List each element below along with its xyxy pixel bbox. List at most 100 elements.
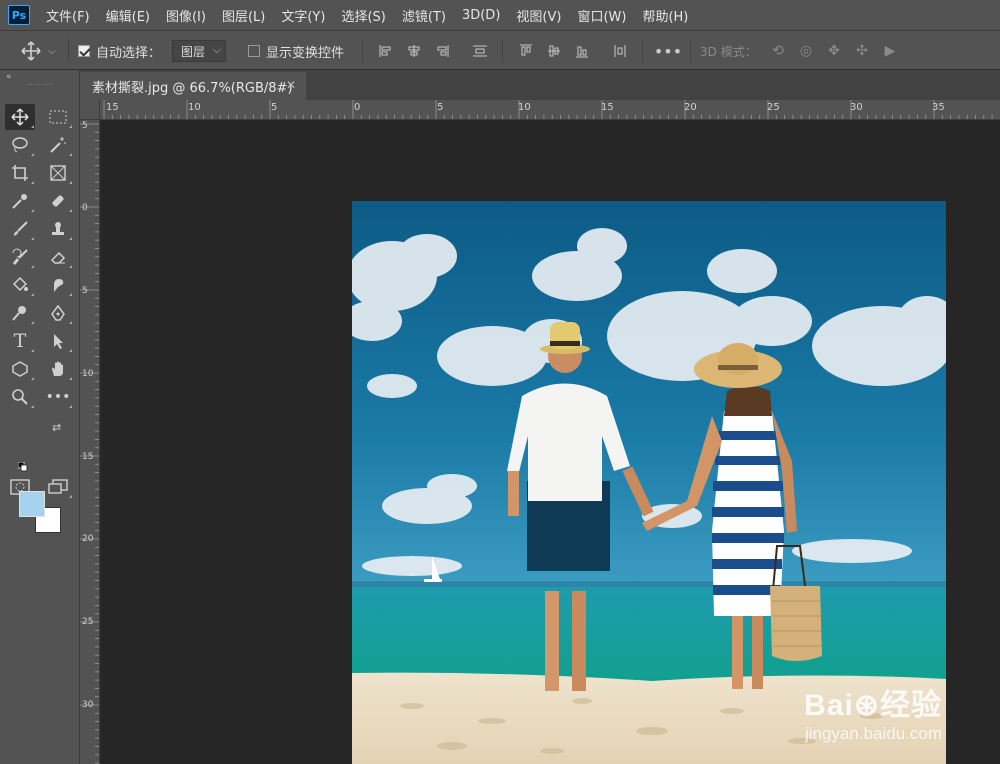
ruler-label: 0 — [354, 102, 361, 113]
options-bar: ⌵ 自动选择： 图层 显示变换控件 ••• 3D 模式： — [0, 30, 1000, 70]
menu-edit[interactable]: 编辑(E) — [106, 6, 150, 25]
zoom-tool[interactable] — [5, 384, 35, 410]
pen-tool[interactable] — [43, 300, 73, 326]
menu-window[interactable]: 窗口(W) — [577, 6, 626, 25]
menu-filter[interactable]: 滤镜(T) — [402, 6, 446, 25]
document-image[interactable]: Bai⊛经验 jingyan.baidu.com — [352, 201, 946, 764]
healing-tool[interactable] — [43, 188, 73, 214]
magic-wand-icon — [50, 137, 66, 153]
auto-select-checkbox[interactable] — [78, 45, 90, 57]
lasso-tool[interactable] — [5, 132, 35, 158]
ruler-label: 25 — [767, 102, 780, 113]
chevron-down-icon: ⌵ — [48, 45, 56, 57]
3d-slide-icon[interactable]: ✣ — [852, 41, 872, 61]
3d-pan-icon[interactable]: ✥ — [824, 41, 844, 61]
auto-select-option[interactable]: 自动选择： — [78, 31, 161, 71]
edit-toolbar-button[interactable]: ••• — [43, 384, 73, 410]
menu-bar: Ps 文件(F) 编辑(E) 图像(I) 图层(L) 文字(Y) 选择(S) 滤… — [0, 0, 1000, 30]
ruler-label: 35 — [932, 102, 945, 113]
eyedropper-tool[interactable] — [5, 188, 35, 214]
ruler-label: 5 — [82, 286, 88, 296]
divider — [690, 39, 691, 63]
brush-tool[interactable] — [5, 216, 35, 242]
menu-help[interactable]: 帮助(H) — [642, 6, 688, 25]
paint-bucket-tool[interactable] — [5, 272, 35, 298]
pen-icon — [51, 304, 65, 321]
menu-type[interactable]: 文字(Y) — [281, 6, 325, 25]
canvas-area[interactable]: Bai⊛经验 jingyan.baidu.com — [101, 121, 1000, 764]
menu-image[interactable]: 图像(I) — [166, 6, 206, 25]
smudge-tool[interactable] — [43, 272, 73, 298]
eraser-tool[interactable] — [43, 244, 73, 270]
close-icon[interactable]: ✕ — [286, 78, 296, 92]
document-tab-bar: 素材撕裂.jpg @ 66.7%(RGB/8#) ✕ — [80, 70, 1000, 100]
menu-layer[interactable]: 图层(L) — [222, 6, 265, 25]
paint-bucket-icon — [12, 276, 28, 292]
shape-tool[interactable] — [5, 356, 35, 382]
document-tab[interactable]: 素材撕裂.jpg @ 66.7%(RGB/8#) ✕ — [80, 72, 306, 100]
align-vcenter-icon[interactable] — [544, 41, 564, 61]
auto-select-dropdown[interactable]: 图层 — [172, 40, 226, 62]
align-top-icon[interactable] — [516, 41, 536, 61]
path-select-icon — [54, 334, 63, 349]
healing-icon — [52, 195, 64, 207]
swap-colors-icon[interactable]: ⇄ — [52, 421, 61, 434]
move-tool[interactable] — [5, 104, 35, 130]
distribute-vertical-icon[interactable] — [610, 41, 630, 61]
photoshop-window: Ps 文件(F) 编辑(E) 图像(I) 图层(L) 文字(Y) 选择(S) 滤… — [0, 0, 1000, 764]
shape-icon — [12, 361, 28, 377]
foreground-color-swatch[interactable] — [19, 491, 45, 517]
move-tool-preset[interactable]: ⌵ — [20, 31, 56, 71]
type-tool[interactable]: T — [5, 328, 35, 354]
screen-mode-button[interactable] — [43, 474, 73, 500]
ruler-label: 0 — [82, 203, 88, 213]
align-left-icon[interactable] — [376, 41, 396, 61]
brush-icon — [14, 221, 28, 236]
3d-camera-icon[interactable]: ▶ — [880, 41, 900, 61]
ruler-label: 20 — [82, 534, 94, 544]
show-transform-checkbox[interactable] — [248, 45, 260, 57]
hand-icon — [52, 361, 63, 376]
distribute-icon[interactable] — [470, 41, 490, 61]
divider — [68, 39, 69, 63]
align-right-icon[interactable] — [432, 41, 452, 61]
menu-file[interactable]: 文件(F) — [46, 6, 90, 25]
ruler-label: 30 — [850, 102, 863, 113]
3d-orbit-icon[interactable]: ⟲ — [768, 41, 788, 61]
crop-tool[interactable] — [5, 160, 35, 186]
eraser-icon — [50, 251, 66, 264]
divider — [362, 39, 363, 63]
frame-tool[interactable] — [43, 160, 73, 186]
path-select-tool[interactable] — [43, 328, 73, 354]
ps-logo[interactable]: Ps — [8, 5, 30, 25]
eyedropper-icon — [12, 194, 27, 209]
dodge-tool[interactable] — [5, 300, 35, 326]
ruler-label: 20 — [684, 102, 697, 113]
collapse-icon[interactable]: « — [6, 72, 12, 82]
ruler-label: 5 — [271, 102, 278, 113]
marquee-tool[interactable] — [43, 104, 73, 130]
align-hcenter-icon[interactable] — [404, 41, 424, 61]
show-transform-option[interactable]: 显示变换控件 — [248, 31, 344, 71]
watermark: Bai⊛经验 jingyan.baidu.com — [804, 680, 942, 744]
ruler-label: 10 — [188, 102, 201, 113]
ruler-origin[interactable] — [80, 100, 100, 120]
vertical-ruler[interactable]: 5 0 5 10 15 20 25 30 — [80, 120, 100, 764]
history-brush-tool[interactable] — [5, 244, 35, 270]
align-bottom-icon[interactable] — [572, 41, 592, 61]
more-options-icon[interactable]: ••• — [654, 41, 682, 61]
magic-wand-tool[interactable] — [43, 132, 73, 158]
hand-tool[interactable] — [43, 356, 73, 382]
watermark-url: jingyan.baidu.com — [804, 724, 942, 743]
marquee-icon — [49, 110, 67, 124]
auto-select-value: 图层 — [181, 44, 206, 59]
stamp-tool[interactable] — [43, 216, 73, 242]
more-icon: ••• — [45, 389, 71, 405]
menu-select[interactable]: 选择(S) — [341, 6, 385, 25]
menu-view[interactable]: 视图(V) — [516, 6, 561, 25]
3d-roll-icon[interactable]: ◎ — [796, 41, 816, 61]
panel-grip[interactable] — [28, 84, 52, 87]
default-colors-icon[interactable] — [17, 457, 28, 472]
horizontal-ruler[interactable]: 15 10 5 0 5 10 15 20 25 30 35 — [100, 100, 1000, 120]
menu-3d[interactable]: 3D(D) — [462, 8, 500, 23]
